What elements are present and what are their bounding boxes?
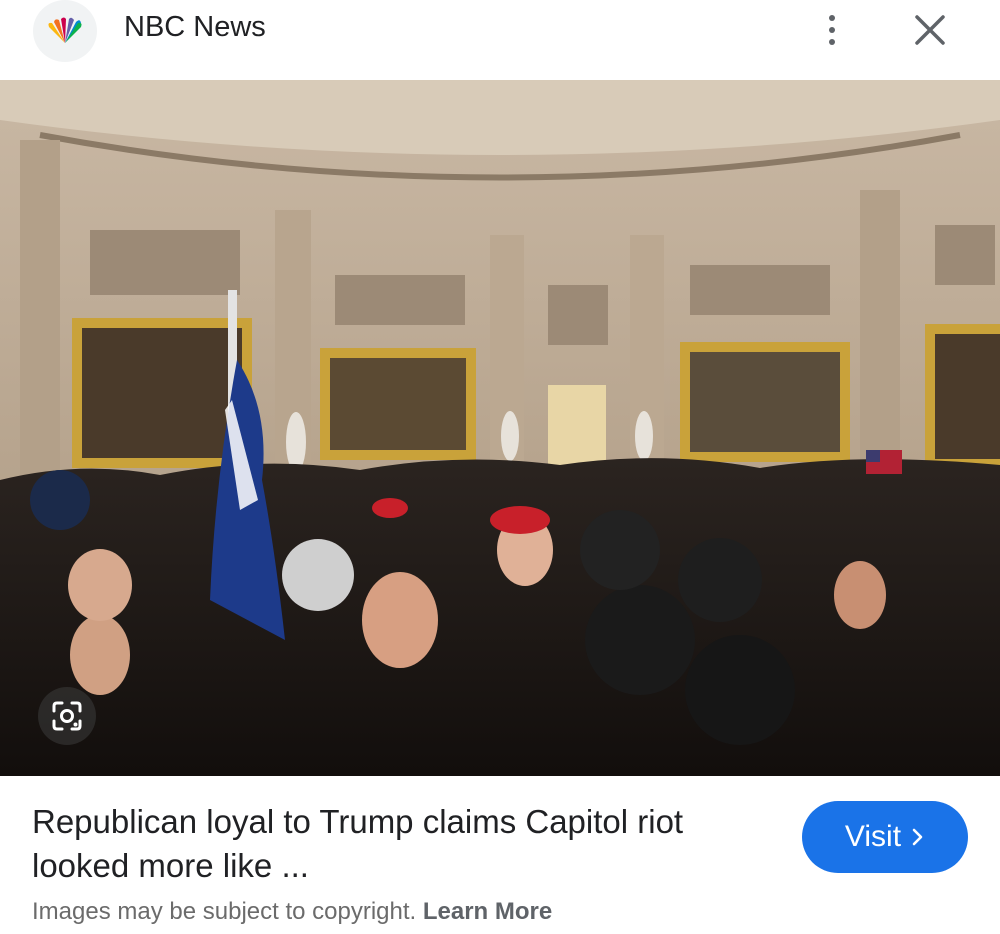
- result-title-line1: Republican loyal to Trump claims Capitol…: [32, 803, 684, 840]
- copyright-text: Images may be subject to copyright.: [32, 898, 417, 925]
- more-vert-icon: [829, 15, 835, 21]
- source-name[interactable]: NBC News: [124, 11, 266, 44]
- header: NBC News: [0, 0, 1000, 62]
- learn-more-link[interactable]: Learn More: [423, 898, 552, 925]
- visit-button[interactable]: Visit: [802, 801, 968, 873]
- more-options-button[interactable]: [812, 8, 852, 52]
- capitol-rotunda-photo: [0, 80, 1000, 776]
- visit-label: Visit: [844, 820, 902, 853]
- chevron-right-icon: [912, 828, 923, 846]
- close-button[interactable]: [908, 8, 952, 52]
- result-title-line2: looked more like ...: [32, 847, 309, 884]
- copyright-notice: Images may be subject to copyright. Lear…: [32, 898, 552, 926]
- result-title[interactable]: Republican loyal to Trump claims Capitol…: [32, 800, 772, 888]
- result-image[interactable]: [0, 80, 1000, 776]
- nbc-peacock-icon: [48, 17, 82, 43]
- source-logo[interactable]: [33, 0, 97, 62]
- google-lens-button[interactable]: [38, 687, 96, 745]
- close-icon: [915, 15, 945, 45]
- google-lens-icon: [52, 701, 82, 731]
